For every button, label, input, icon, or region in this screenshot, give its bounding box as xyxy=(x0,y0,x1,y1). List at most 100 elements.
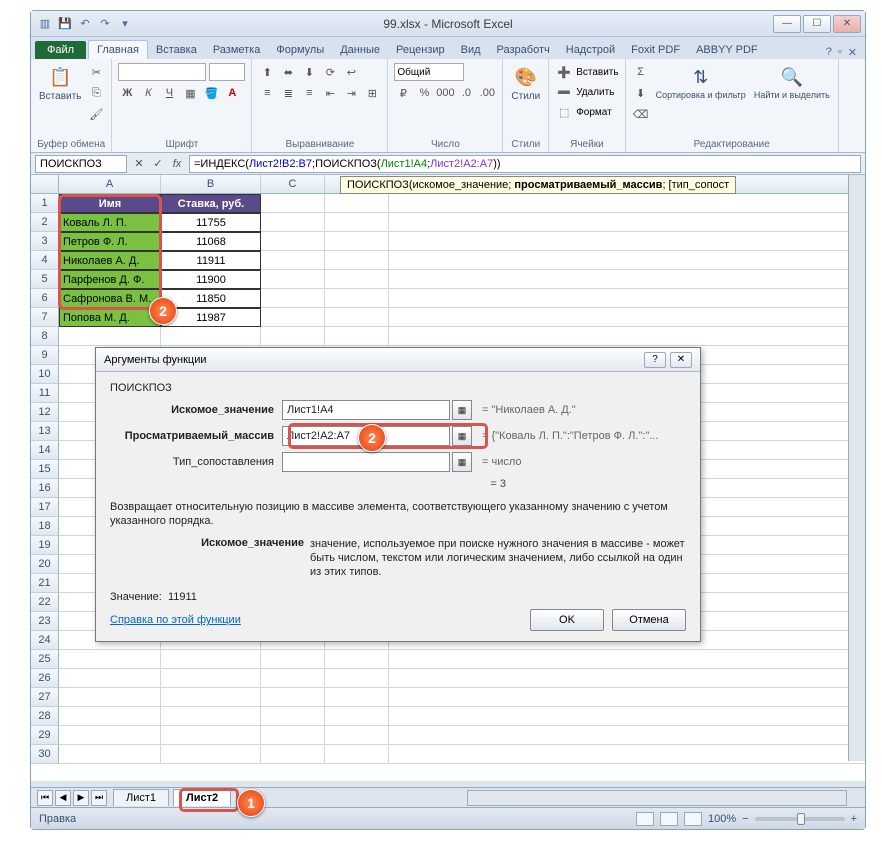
sheet-tab-1[interactable]: Лист1 xyxy=(113,789,169,806)
align-bottom-icon[interactable]: ⬇ xyxy=(300,63,318,81)
row-header[interactable]: 27 xyxy=(31,688,59,707)
cell[interactable] xyxy=(325,270,389,289)
row-header[interactable]: 13 xyxy=(31,422,59,441)
zoom-slider[interactable] xyxy=(755,817,845,821)
wrap-icon[interactable]: ↩ xyxy=(342,63,360,81)
arg-lookup-input[interactable]: Лист1!A4 xyxy=(282,400,450,420)
autosum-icon[interactable]: Σ xyxy=(632,63,650,81)
paste-button[interactable]: 📋 Вставить xyxy=(37,63,83,104)
row-header[interactable]: 30 xyxy=(31,745,59,764)
cell[interactable] xyxy=(325,194,389,213)
sheet-nav-next-icon[interactable]: ▶ xyxy=(73,790,89,806)
align-top-icon[interactable]: ⬆ xyxy=(258,63,276,81)
minimize-ribbon-icon[interactable]: ▫ xyxy=(838,46,842,59)
cell[interactable] xyxy=(325,745,389,764)
cell[interactable] xyxy=(325,327,389,346)
row-header[interactable]: 29 xyxy=(31,726,59,745)
cell[interactable] xyxy=(261,232,325,251)
indent-dec-icon[interactable]: ⇤ xyxy=(321,84,339,102)
row-header[interactable]: 16 xyxy=(31,479,59,498)
row-header[interactable]: 22 xyxy=(31,593,59,612)
cell[interactable] xyxy=(261,650,325,669)
row-header[interactable]: 24 xyxy=(31,631,59,650)
align-left-icon[interactable]: ≡ xyxy=(258,84,276,102)
name-box[interactable]: ПОИСКПОЗ xyxy=(35,155,127,173)
ok-button[interactable]: OK xyxy=(530,609,604,631)
tab-home[interactable]: Главная xyxy=(88,40,148,59)
tab-layout[interactable]: Разметка xyxy=(205,41,269,59)
cancel-button[interactable]: Отмена xyxy=(612,609,686,631)
font-size-select[interactable] xyxy=(209,63,245,81)
row-header[interactable]: 17 xyxy=(31,498,59,517)
file-tab[interactable]: Файл xyxy=(35,41,86,59)
number-format-select[interactable] xyxy=(394,63,464,81)
cell[interactable] xyxy=(261,308,325,327)
row-header[interactable]: 21 xyxy=(31,574,59,593)
clear-icon[interactable]: ⌫ xyxy=(632,105,650,123)
cell[interactable]: 11755 xyxy=(161,213,261,232)
horizontal-scrollbar[interactable] xyxy=(467,790,847,806)
view-normal-icon[interactable] xyxy=(636,812,654,826)
font-name-select[interactable] xyxy=(118,63,206,81)
dec-decimal-icon[interactable]: .00 xyxy=(478,84,496,102)
orientation-icon[interactable]: ⟳ xyxy=(321,63,339,81)
close-button[interactable]: ✕ xyxy=(833,15,861,33)
cell[interactable]: Попова М. Д. xyxy=(59,308,161,327)
row-header[interactable]: 28 xyxy=(31,707,59,726)
cell[interactable]: Петров Ф. Л. xyxy=(59,232,161,251)
cell[interactable] xyxy=(59,327,161,346)
cell[interactable]: Ставка, руб. xyxy=(161,194,261,213)
tab-data[interactable]: Данные xyxy=(332,41,388,59)
cell[interactable]: Парфенов Д. Ф. xyxy=(59,270,161,289)
cell[interactable] xyxy=(59,745,161,764)
bold-icon[interactable]: Ж xyxy=(118,84,136,102)
cell[interactable] xyxy=(325,650,389,669)
sort-filter-button[interactable]: ⇅ Сортировка и фильтр xyxy=(654,63,748,102)
tab-developer[interactable]: Разработч xyxy=(489,41,558,59)
underline-icon[interactable]: Ч xyxy=(160,84,178,102)
row-header[interactable]: 23 xyxy=(31,612,59,631)
align-center-icon[interactable]: ≣ xyxy=(279,84,297,102)
arg-match-refbtn[interactable]: ▦ xyxy=(452,452,472,472)
maximize-button[interactable]: ☐ xyxy=(803,15,831,33)
inc-decimal-icon[interactable]: .0 xyxy=(457,84,475,102)
fx-icon[interactable]: fx xyxy=(169,156,185,172)
tab-abbyy[interactable]: ABBYY PDF xyxy=(688,41,766,59)
row-header[interactable]: 26 xyxy=(31,669,59,688)
cell[interactable] xyxy=(59,726,161,745)
formula-input[interactable]: =ИНДЕКС(Лист2!B2:B7;ПОИСКПОЗ(Лист1!A4;Ли… xyxy=(189,155,861,173)
cell[interactable] xyxy=(325,707,389,726)
cell[interactable] xyxy=(325,213,389,232)
cell[interactable] xyxy=(261,726,325,745)
row-header[interactable]: 12 xyxy=(31,403,59,422)
col-header-b[interactable]: B xyxy=(161,175,261,193)
row-header[interactable]: 15 xyxy=(31,460,59,479)
sheet-nav-last-icon[interactable]: ⏭ xyxy=(91,790,107,806)
insert-cells-icon[interactable]: ➕ xyxy=(555,63,573,81)
font-color-icon[interactable]: A xyxy=(223,84,241,102)
save-icon[interactable]: 💾 xyxy=(57,16,73,32)
cell[interactable]: Сафронова В. М. xyxy=(59,289,161,308)
col-header-c[interactable]: C xyxy=(261,175,325,193)
dialog-help-icon[interactable]: ? xyxy=(644,352,666,368)
align-right-icon[interactable]: ≡ xyxy=(300,84,318,102)
dialog-close-icon[interactable]: ✕ xyxy=(670,352,692,368)
row-header[interactable]: 19 xyxy=(31,536,59,555)
row-header[interactable]: 20 xyxy=(31,555,59,574)
row-header[interactable]: 6 xyxy=(31,289,59,308)
cell[interactable] xyxy=(261,213,325,232)
cell[interactable] xyxy=(161,327,261,346)
sheet-tab-2[interactable]: Лист2 xyxy=(173,789,231,806)
row-header[interactable]: 2 xyxy=(31,213,59,232)
row-header[interactable]: 25 xyxy=(31,650,59,669)
cell[interactable] xyxy=(261,745,325,764)
cell[interactable] xyxy=(325,289,389,308)
fill-icon[interactable]: ⬇ xyxy=(632,84,650,102)
qat-more-icon[interactable]: ▾ xyxy=(117,16,133,32)
row-header[interactable]: 4 xyxy=(31,251,59,270)
row-header[interactable]: 8 xyxy=(31,327,59,346)
percent-icon[interactable]: % xyxy=(415,84,433,102)
tab-view[interactable]: Вид xyxy=(453,41,489,59)
cell[interactable]: Николаев А. Д. xyxy=(59,251,161,270)
cut-icon[interactable]: ✂ xyxy=(87,63,105,81)
